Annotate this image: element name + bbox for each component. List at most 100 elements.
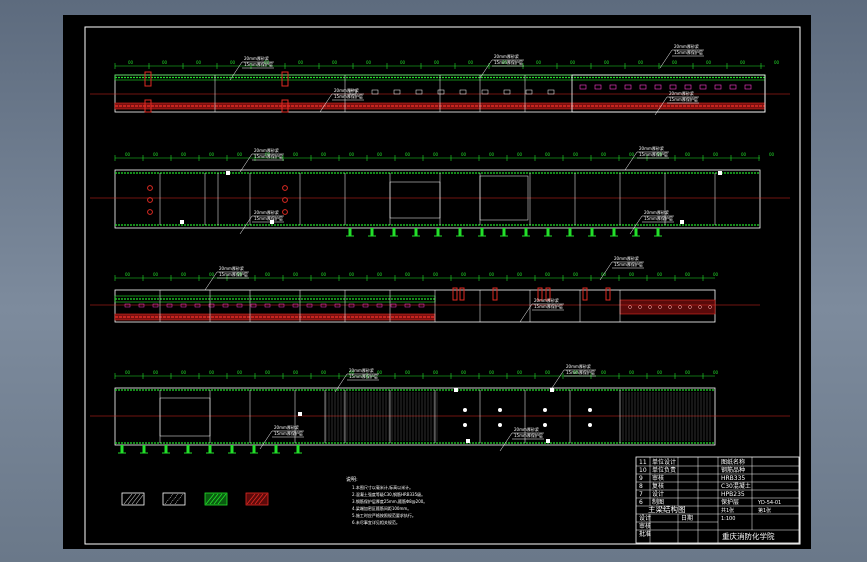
tb-row2-part: 单位负责 bbox=[652, 466, 676, 474]
beam4-pier bbox=[120, 445, 124, 453]
beam3-dims-label: 00 bbox=[433, 272, 439, 277]
beam4-callout-d-text1: 20mm厚砂浆 bbox=[514, 426, 539, 432]
beam2-dims-label: 00 bbox=[153, 152, 159, 157]
beam2-dims-label: 00 bbox=[489, 152, 495, 157]
beam1-callout-d-text1: 20mm厚砂浆 bbox=[334, 87, 359, 93]
tb-row3-no: 9 bbox=[639, 475, 643, 482]
beam2-dims-label: 00 bbox=[321, 152, 327, 157]
beam1-dims-label: 00 bbox=[638, 60, 644, 65]
beam4-dims-label: 00 bbox=[293, 370, 299, 375]
drawing-canvas[interactable]: 00 00 00 00 00 00 00 00 00 00 00 00 00 00 00 00 00 00 00 00… bbox=[0, 0, 867, 562]
beam4-dims-label: 00 bbox=[433, 370, 439, 375]
beam2-pier bbox=[590, 228, 594, 236]
beam4-block-1 bbox=[454, 388, 458, 392]
beam1-dims-label: 00 bbox=[128, 60, 134, 65]
tb-row4-no: 8 bbox=[639, 483, 643, 490]
beam2-dims-label: 00 bbox=[741, 152, 747, 157]
beam2-pier bbox=[348, 228, 352, 236]
beam3-dims-label: 00 bbox=[209, 272, 215, 277]
beam4-dims-label: 00 bbox=[713, 370, 719, 375]
beam1-dims-label: 00 bbox=[366, 60, 372, 65]
beam4-bolt-3 bbox=[588, 408, 592, 412]
beam2-pier bbox=[524, 228, 528, 236]
beam1-callout-a-text2: 15mm厚保护层 bbox=[244, 61, 273, 67]
note-line-5: 5.施工时应严格按照规范要求执行。 bbox=[352, 512, 416, 518]
beam4-callout-a-text1: 20mm厚砂浆 bbox=[349, 367, 374, 373]
beam3-dims-label: 00 bbox=[685, 272, 691, 277]
beam2-dims-label: 00 bbox=[181, 152, 187, 157]
beam4-dims-label: 00 bbox=[265, 370, 271, 375]
beam3-dims-label: 00 bbox=[517, 272, 523, 277]
beam3-dims-label: 00 bbox=[405, 272, 411, 277]
sheet-label: 共1张 bbox=[721, 507, 734, 514]
beam2-dims-label: 00 bbox=[545, 152, 551, 157]
beam3-dims-label: 00 bbox=[629, 272, 635, 277]
tb-row6-remark: 保护层 bbox=[721, 498, 739, 506]
beam4-dims-label: 00 bbox=[153, 370, 159, 375]
beam2-pier bbox=[392, 228, 396, 236]
beam4-dims-label: 00 bbox=[321, 370, 327, 375]
beam4-callout-a-text2: 15mm厚保护层 bbox=[349, 373, 378, 379]
tb-label-design: 设计 bbox=[639, 514, 651, 522]
beam4-bolt-6 bbox=[543, 423, 547, 427]
beam3-callout-a-text1: 20mm厚砂浆 bbox=[219, 265, 244, 271]
beam2-callout-b-text1: 20mm厚砂浆 bbox=[639, 145, 664, 151]
beam1-dims-label: 00 bbox=[332, 60, 338, 65]
beam2-pier bbox=[612, 228, 616, 236]
beam2-pier bbox=[568, 228, 572, 236]
beam1-dims-label: 00 bbox=[774, 60, 780, 65]
note-line-1: 1.本图尺寸以毫米计,标高以米计。 bbox=[352, 484, 413, 490]
beam1-dims-label: 00 bbox=[196, 60, 202, 65]
beam3-dims-label: 00 bbox=[293, 272, 299, 277]
beam2-dims-label: 00 bbox=[405, 152, 411, 157]
beam2-block-0 bbox=[226, 171, 230, 175]
drawing-number: YD-54-01 bbox=[757, 500, 781, 506]
beam3-dims-label: 00 bbox=[181, 272, 187, 277]
beam4-pier bbox=[208, 445, 212, 453]
beam4-block-2 bbox=[550, 388, 554, 392]
beam1-dims-label: 00 bbox=[672, 60, 678, 65]
beam2-pier bbox=[502, 228, 506, 236]
beam2-callout-a-text2: 15mm厚保护层 bbox=[254, 153, 283, 159]
beam3-dims-label: 00 bbox=[573, 272, 579, 277]
beam4-callout-b-text1: 20mm厚砂浆 bbox=[566, 363, 591, 369]
beam3-callout-b-text2: 15mm厚保护层 bbox=[614, 261, 643, 267]
beam4-bolt-5 bbox=[498, 423, 502, 427]
beam4-dims-label: 00 bbox=[405, 370, 411, 375]
drawing-title: 主梁结构图 bbox=[648, 504, 686, 514]
note-line-6: 6.未尽事宜详见相关规范。 bbox=[352, 519, 400, 525]
beam2-dims-label: 00 bbox=[349, 152, 355, 157]
beam4-dims-label: 00 bbox=[237, 370, 243, 375]
beam2-pier bbox=[414, 228, 418, 236]
beam2-callout-d-text1: 20mm厚砂浆 bbox=[644, 209, 669, 215]
note-line-4: 4.梁端加密区箍筋间距100mm。 bbox=[352, 505, 411, 511]
beam3-dims-label: 00 bbox=[713, 272, 719, 277]
beam3-dims-label: 00 bbox=[125, 272, 131, 277]
cad-viewport[interactable]: 00 00 00 00 00 00 00 00 00 00 00 00 00 00 00 00 00 00 00 00… bbox=[0, 0, 867, 562]
beam2-callout-a-text1: 20mm厚砂浆 bbox=[254, 147, 279, 153]
beam4-callout-c-text1: 20mm厚砂浆 bbox=[274, 424, 299, 430]
beam1-dims-label: 00 bbox=[468, 60, 474, 65]
beam4-dims-label: 00 bbox=[629, 370, 635, 375]
beam3-dims-label: 00 bbox=[545, 272, 551, 277]
note-line-2: 2.混凝土强度等级C30,钢筋HRB335级。 bbox=[352, 491, 425, 497]
beam2-block-4 bbox=[680, 220, 684, 224]
beam4-pier bbox=[296, 445, 300, 453]
tb-row2-remark: 钢筋品种 bbox=[721, 466, 745, 474]
beam4-dims-label: 00 bbox=[489, 370, 495, 375]
beam2-pier bbox=[656, 228, 660, 236]
legend-swatch-green bbox=[204, 492, 228, 506]
beam1-dims-label: 00 bbox=[230, 60, 236, 65]
beam1-callout-c-text1: 20mm厚砂浆 bbox=[674, 43, 699, 49]
tb-row3-remark: HRB335 bbox=[721, 475, 745, 482]
beam4-block-3 bbox=[546, 439, 550, 443]
beam1-callout-d-text2: 15mm厚保护层 bbox=[334, 93, 363, 99]
beam4-bolt-1 bbox=[498, 408, 502, 412]
beam1-callout-b-text1: 20mm厚砂浆 bbox=[494, 53, 519, 59]
beam1-callout-e-text2: 15mm厚保护层 bbox=[669, 96, 698, 102]
beam2-dims-label: 00 bbox=[685, 152, 691, 157]
beam4-dims-label: 00 bbox=[601, 370, 607, 375]
beam1-dims-label: 00 bbox=[570, 60, 576, 65]
beam3-dims-label: 00 bbox=[153, 272, 159, 277]
beam2-dims-label: 00 bbox=[629, 152, 635, 157]
